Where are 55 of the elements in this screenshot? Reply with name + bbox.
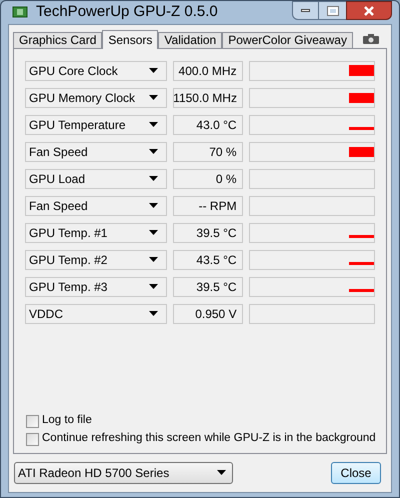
sensor-value: 400.0 MHz [173,60,243,80]
tab[interactable]: Validation [158,32,222,48]
close-button[interactable]: Close [331,462,381,484]
caret-icon [148,95,158,100]
sensor-value: 0 % [173,168,243,188]
caret-icon [149,230,158,235]
graph-bar [349,234,374,238]
sensor-dropdown[interactable]: GPU Temperature [25,114,168,134]
sensor-dropdown[interactable]: GPU Core Clock [25,60,168,80]
window-title: TechPowerUp GPU-Z 0.5.0 [36,2,218,22]
sensor-dropdown[interactable]: GPU Memory Clock [25,88,167,108]
checkbox-label: Continue refreshing this screen while GPU-Z is in the background [42,431,376,446]
sensor-value: 43.5 °C [173,250,243,270]
sensor-value: 39.5 °C [173,276,243,296]
caret-icon [149,257,158,262]
card-dropdown[interactable]: ATI Radeon HD 5700 Series [14,462,233,484]
checkbox-label: Log to file [42,413,92,428]
caret-icon [217,470,226,475]
tab[interactable]: PowerColor Giveaway [222,32,353,48]
sensor-dropdown[interactable]: GPU Temp. #3 [25,276,168,296]
checkbox[interactable] [26,414,39,428]
caret-icon [149,311,158,316]
sensor-dropdown[interactable]: Fan Speed [25,142,168,162]
close-window-button[interactable] [346,1,392,20]
sensor-value: 39.5 °C [173,222,243,242]
camera-icon[interactable] [363,34,379,44]
sensor-value: 1150.0 MHz [172,88,243,108]
checkbox[interactable] [26,432,39,446]
sensor-value: 0.950 V [173,304,243,324]
sensor-value: 70 % [173,142,243,162]
sensor-dropdown[interactable]: GPU Temp. #2 [25,250,168,270]
sensor-dropdown[interactable]: GPU Temp. #1 [25,222,168,242]
close-icon [363,6,375,16]
sensor-dropdown[interactable]: Fan Speed [25,196,168,216]
maximize-button[interactable] [319,1,346,20]
graph-bar [349,126,374,130]
graph-bar [349,64,374,76]
chip-icon [12,5,28,20]
graph-bar [349,92,374,102]
tab[interactable]: Graphics Card [13,32,102,48]
tab[interactable]: Sensors [102,30,158,48]
caret-icon [149,122,158,127]
graph-bar [349,288,374,292]
caret-icon [149,149,158,154]
sensor-dropdown[interactable]: GPU Load [25,168,168,188]
caret-icon [149,284,158,289]
graph-bar [349,146,374,156]
sensor-value: 43.0 °C [173,114,243,134]
sensor-dropdown[interactable]: VDDC [25,304,168,324]
minimize-button[interactable] [292,1,319,20]
sensor-value: -- RPM [173,196,243,216]
graph-bar [349,262,374,264]
caret-icon [149,203,158,208]
caret-icon [149,176,158,181]
caret-icon [149,68,158,73]
